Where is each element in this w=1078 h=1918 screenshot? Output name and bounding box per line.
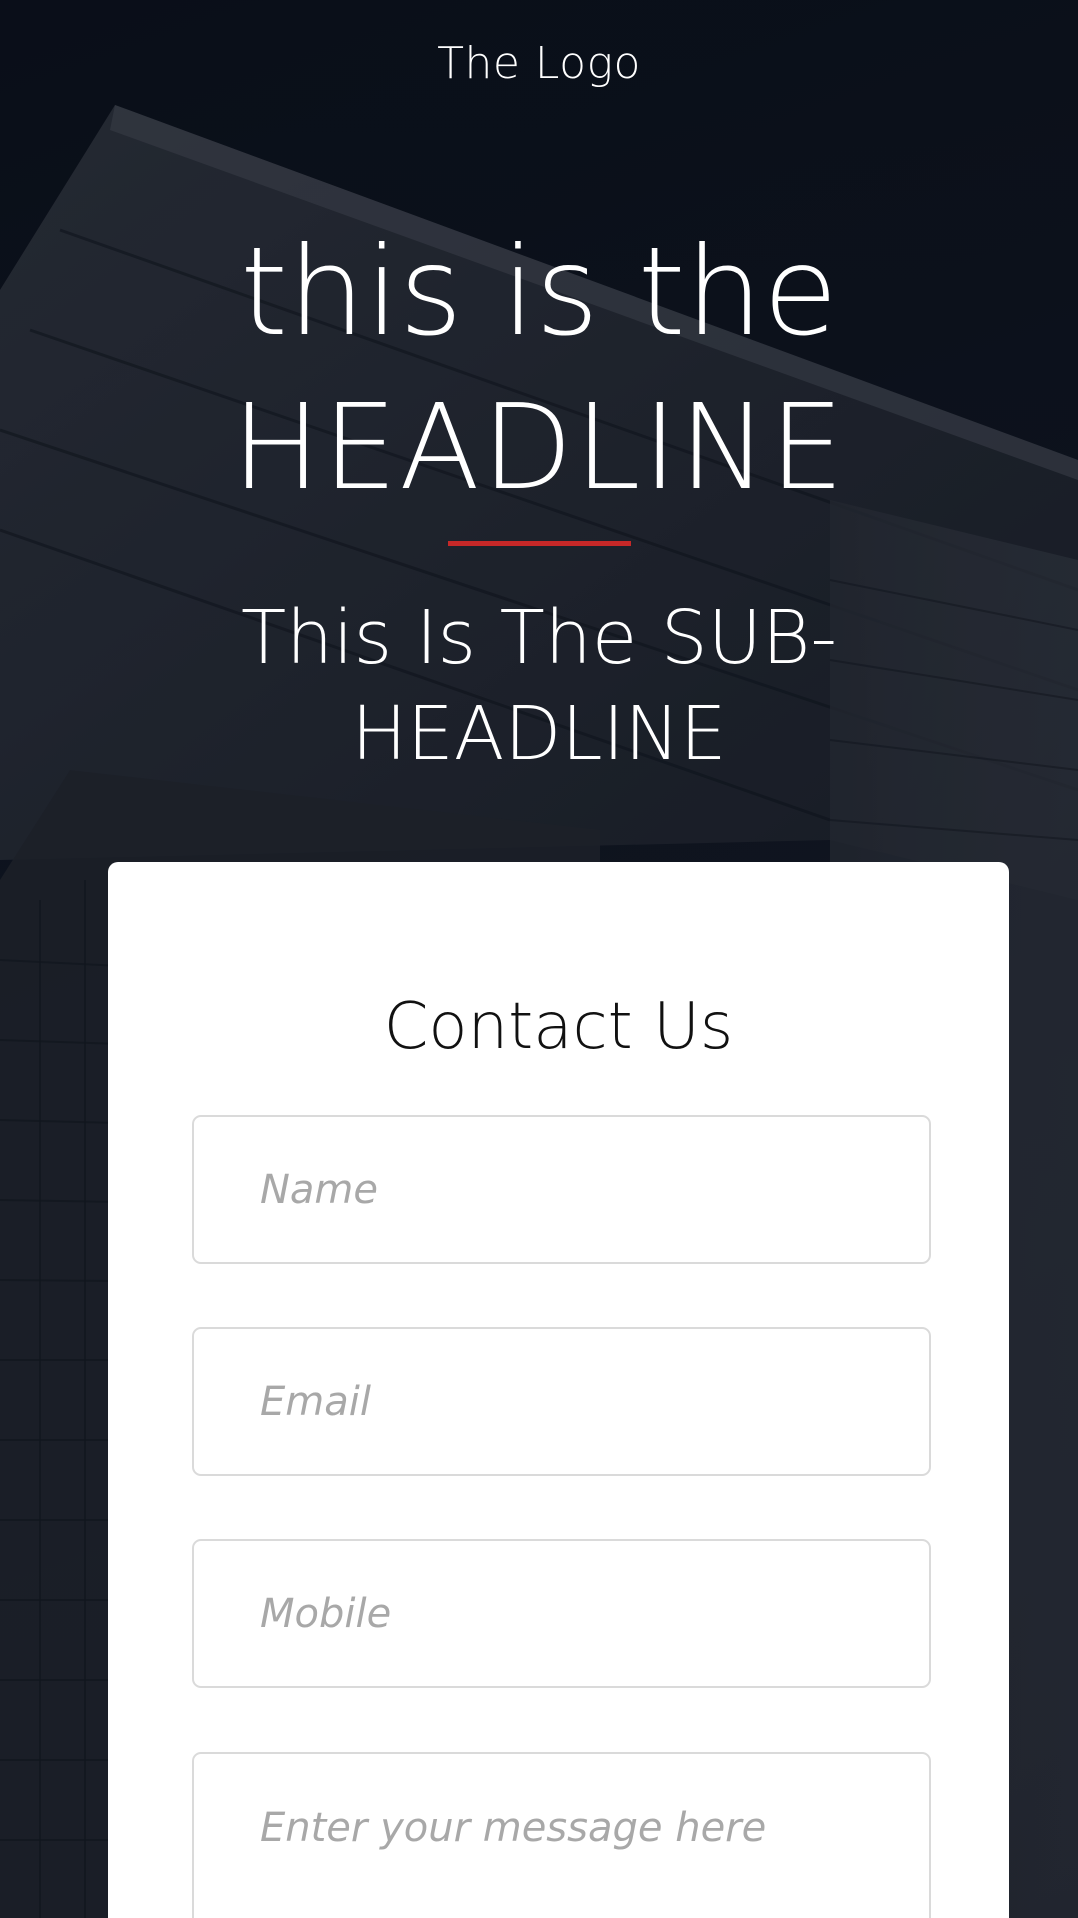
headline-line-2: HEADLINE	[231, 378, 847, 516]
mobile-input[interactable]	[192, 1539, 931, 1688]
message-textarea[interactable]	[192, 1752, 931, 1918]
logo-text[interactable]: The Logo	[0, 38, 1078, 89]
page-subheadline: This Is The SUB-HEADLINE	[240, 595, 838, 777]
email-input[interactable]	[192, 1327, 931, 1476]
landing-page: The Logo this is the HEADLINE This Is Th…	[0, 0, 1078, 1918]
headline-divider	[448, 541, 631, 546]
page-headline: this is the HEADLINE	[0, 215, 1078, 525]
name-input[interactable]	[192, 1115, 931, 1264]
headline-line-1: this is the	[240, 221, 838, 363]
contact-form-title: Contact Us	[383, 990, 734, 1064]
